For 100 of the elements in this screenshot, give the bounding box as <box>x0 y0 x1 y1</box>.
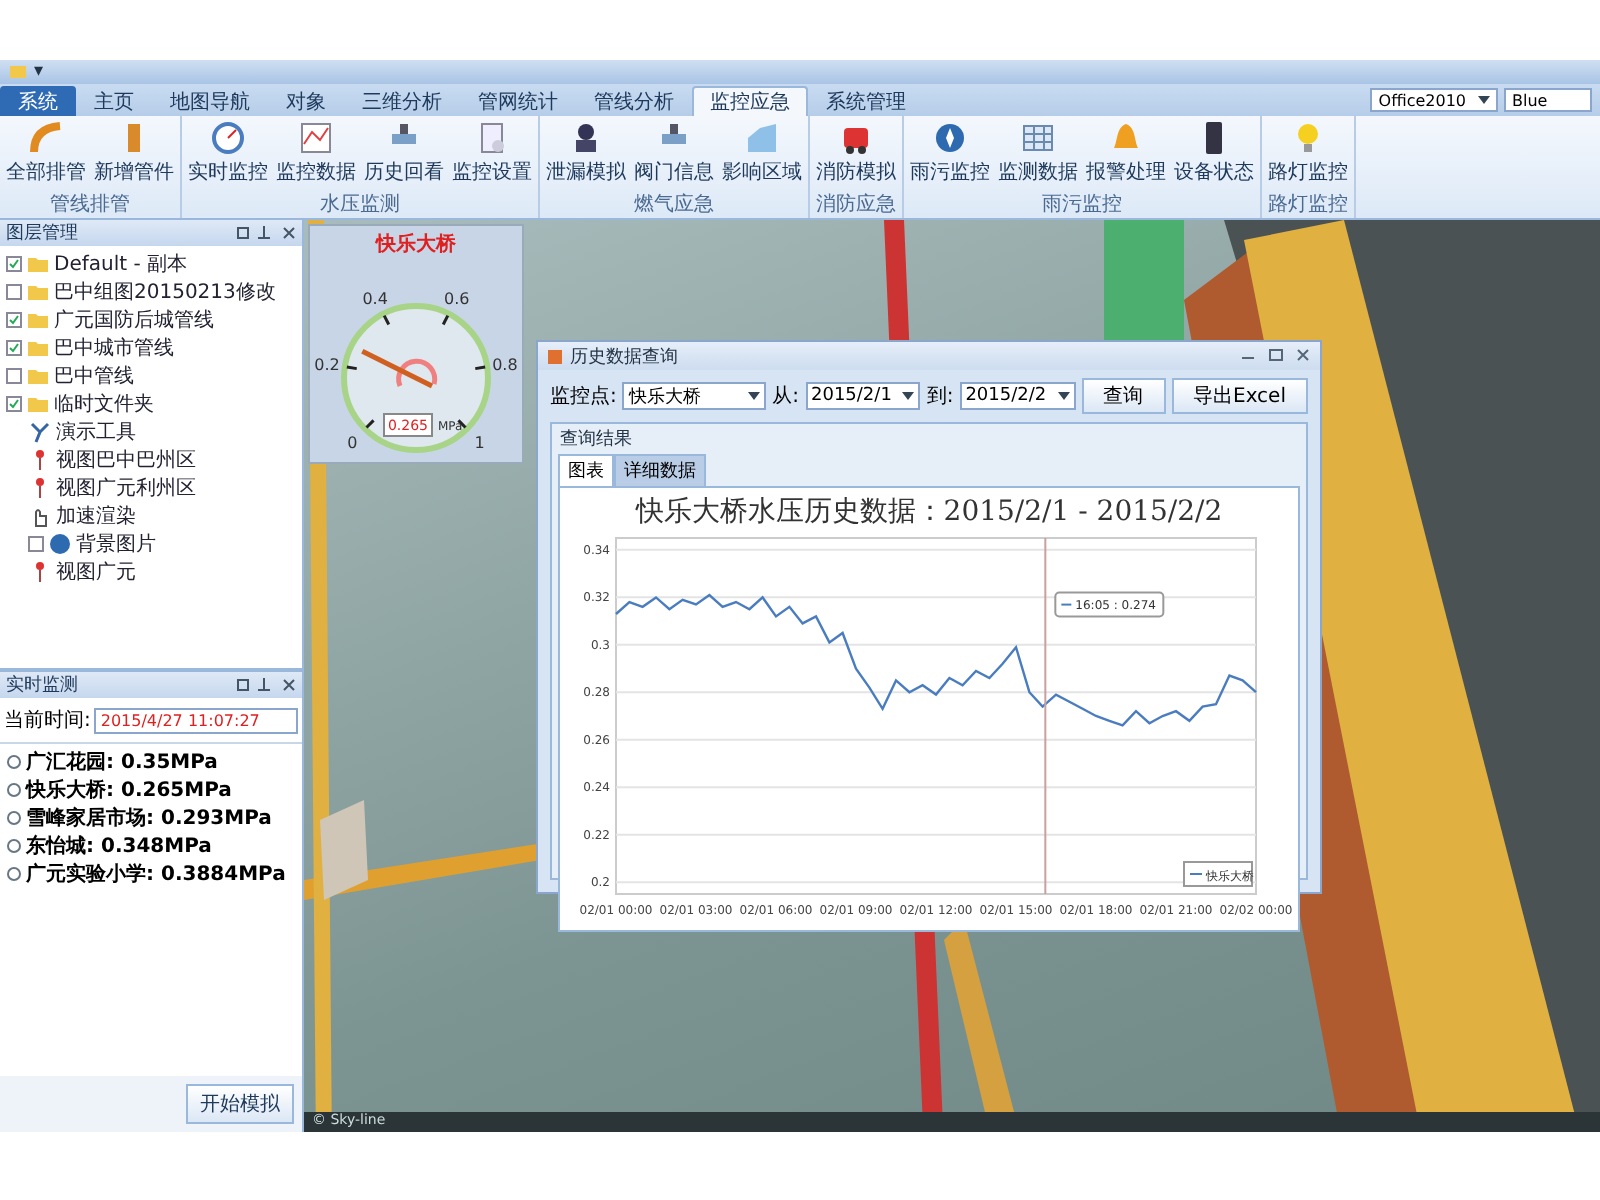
caret-icon[interactable] <box>902 391 915 401</box>
window-icon <box>546 347 564 365</box>
tree-item[interactable]: Default - 副本 <box>0 250 302 278</box>
pressure-reading[interactable]: 东怡城: 0.348MPa <box>0 832 302 860</box>
folder-icon <box>26 336 50 360</box>
tree-item[interactable]: 视图广元利州区 <box>0 474 302 502</box>
result-tab[interactable]: 详细数据 <box>614 454 706 486</box>
export-button[interactable]: 导出Excel <box>1171 378 1308 414</box>
time-label: 当前时间: <box>4 707 91 734</box>
layer-checkbox[interactable] <box>6 368 22 384</box>
panel-title: 实时监测 <box>6 673 78 698</box>
app-icon <box>8 62 28 82</box>
gauge-tick-label: 0 <box>347 433 358 452</box>
ribbon-tab[interactable]: 主页 <box>76 86 152 116</box>
ribbon-tab[interactable]: 三维分析 <box>344 86 460 116</box>
from-date-picker[interactable]: 2015/2/1 <box>805 382 921 410</box>
folder-icon <box>26 252 50 276</box>
quick-access-dropdown[interactable]: ▾ <box>34 62 44 82</box>
ribbon-tab[interactable]: 对象 <box>268 86 344 116</box>
ribbon-button[interactable]: 泄漏模拟 <box>542 116 630 194</box>
panel-controls-icon[interactable] <box>236 226 296 240</box>
chart-title: 快乐大桥水压历史数据：2015/2/1 - 2015/2/2 <box>633 494 1225 530</box>
caret-icon[interactable] <box>1057 391 1069 401</box>
ribbon-button[interactable]: 监测数据 <box>994 116 1082 194</box>
tree-item[interactable]: 视图广元 <box>0 558 302 586</box>
ribbon-button[interactable]: 历史回看 <box>360 116 448 194</box>
group-title: 查询结果 <box>558 427 634 454</box>
ribbon-group-label: 水压监测 <box>318 194 402 218</box>
point-label: 监控点: <box>550 383 617 410</box>
ribbon-group-label: 路灯监控 <box>1266 194 1350 218</box>
ribbon-tab[interactable]: 系统 <box>0 86 76 116</box>
gauge-tick-label: 0.8 <box>492 355 518 374</box>
tree-item[interactable]: 视图巴中巴州区 <box>0 446 302 474</box>
ribbon-tab[interactable]: 管线分析 <box>576 86 692 116</box>
pipe-icon <box>28 120 64 156</box>
to-date-picker[interactable]: 2015/2/2 <box>959 382 1075 410</box>
folder-icon <box>26 392 50 416</box>
ribbon-button[interactable]: 监控设置 <box>448 116 536 194</box>
query-button[interactable]: 查询 <box>1081 378 1165 414</box>
ribbon-button[interactable]: 报警处理 <box>1082 116 1170 194</box>
caret-icon[interactable] <box>748 391 761 401</box>
simulate-button[interactable]: 开始模拟 <box>186 1084 294 1124</box>
layer-checkbox[interactable] <box>6 284 22 300</box>
ribbon-group-label: 燃气应急 <box>632 194 716 218</box>
tree-item[interactable]: 巴中城市管线 <box>0 334 302 362</box>
compass-icon <box>932 120 968 156</box>
ribbon-button[interactable]: 路灯监控 <box>1264 116 1352 194</box>
time-field[interactable]: 2015/4/27 11:07:27 <box>94 707 298 733</box>
dialog-title: 历史数据查询 <box>570 345 678 369</box>
folder-icon <box>26 364 50 388</box>
ribbon-group-label: 雨污监控 <box>1040 194 1124 218</box>
ribbon-button[interactable]: 消防模拟 <box>812 116 900 194</box>
gauge-icon <box>210 120 246 156</box>
skin-dropdown[interactable]: Office2010 <box>1370 88 1498 112</box>
layer-checkbox[interactable] <box>6 256 22 272</box>
gauge-tick-label: 0.4 <box>362 289 388 308</box>
ribbon-button[interactable]: 设备状态 <box>1170 116 1258 194</box>
tool-icon <box>28 420 52 444</box>
tree-item[interactable]: 背景图片 <box>0 530 302 558</box>
result-tab[interactable]: 图表 <box>558 454 614 486</box>
folder-icon <box>26 308 50 332</box>
ribbon-tab[interactable]: 监控应急 <box>692 86 808 116</box>
ribbon-tab[interactable]: 系统管理 <box>808 86 924 116</box>
from-label: 从: <box>772 383 799 410</box>
ribbon-button[interactable]: 影响区域 <box>718 116 806 194</box>
gauge-tick-label: 0.2 <box>314 355 340 374</box>
tree-item[interactable]: 演示工具 <box>0 418 302 446</box>
point-dropdown[interactable]: 快乐大桥 <box>622 382 767 410</box>
ribbon-button[interactable]: 雨污监控 <box>906 116 994 194</box>
ribbon-button[interactable]: 阀门信息 <box>630 116 718 194</box>
ribbon-button[interactable]: 实时监控 <box>184 116 272 194</box>
tree-item[interactable]: 巴中管线 <box>0 362 302 390</box>
pressure-reading[interactable]: 快乐大桥: 0.265MPa <box>0 776 302 804</box>
tree-item[interactable]: 巴中组图20150213修改 <box>0 278 302 306</box>
tree-item[interactable]: 广元国防后城管线 <box>0 306 302 334</box>
tree-item[interactable]: 加速渲染 <box>0 502 302 530</box>
scheme-field[interactable]: Blue <box>1504 88 1592 112</box>
ribbon-button[interactable]: 监控数据 <box>272 116 360 194</box>
window-controls-icon[interactable] <box>1240 347 1312 361</box>
layer-checkbox[interactable] <box>6 396 22 412</box>
ribbon-button[interactable]: 新增管件 <box>90 116 178 194</box>
ribbon-tab[interactable]: 地图导航 <box>152 86 268 116</box>
ribbon-group-label: 消防应急 <box>814 194 898 218</box>
layer-checkbox[interactable] <box>6 312 22 328</box>
globe-icon <box>48 532 72 556</box>
pressure-reading[interactable]: 广汇花园: 0.35MPa <box>0 748 302 776</box>
panel-controls-icon[interactable] <box>236 678 296 692</box>
panel-title: 图层管理 <box>6 221 78 246</box>
folder-icon <box>26 280 50 304</box>
ribbon-button[interactable]: 全部排管 <box>2 116 90 194</box>
ribbon-tab[interactable]: 管网统计 <box>460 86 576 116</box>
pressure-reading[interactable]: 雪峰家居市场: 0.293MPa <box>0 804 302 832</box>
tree-item[interactable]: 临时文件夹 <box>0 390 302 418</box>
gauge-title: 快乐大桥 <box>376 231 456 258</box>
pressure-reading[interactable]: 广元实验小学: 0.3884MPa <box>0 860 302 888</box>
layer-checkbox[interactable] <box>28 536 44 552</box>
caret-icon[interactable] <box>1478 95 1490 105</box>
ribbon-group-label: 管线排管 <box>48 194 132 218</box>
gauge-tick-label: 0.6 <box>444 289 470 308</box>
layer-checkbox[interactable] <box>6 340 22 356</box>
